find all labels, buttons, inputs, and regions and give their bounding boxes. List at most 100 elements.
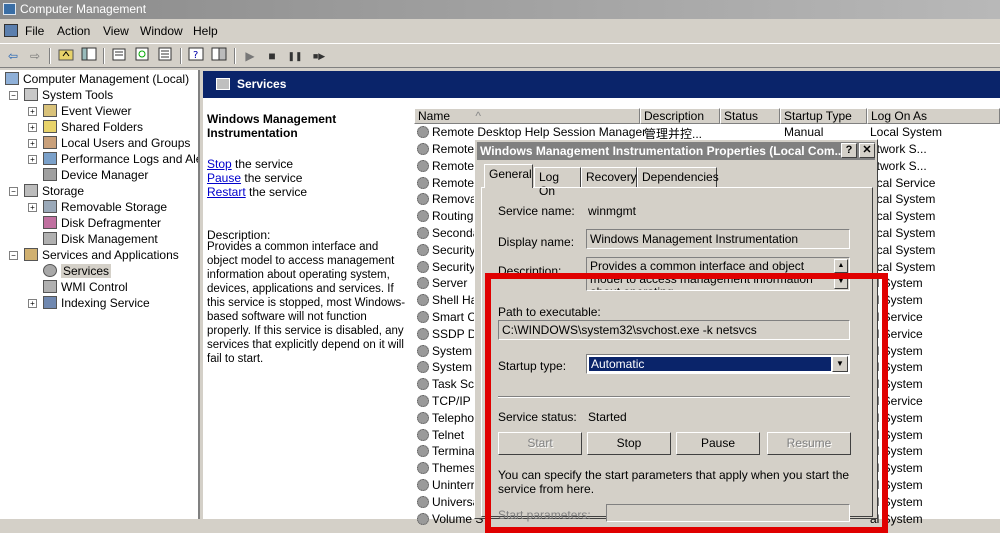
service-logon: ocal Service: [870, 175, 936, 190]
tree-item-indexing-service[interactable]: Indexing Service: [43, 296, 150, 312]
service-name: Remote: [432, 175, 475, 190]
window-title: Computer Management: [20, 2, 147, 16]
column-header-startup-type[interactable]: Startup Type: [780, 108, 867, 124]
service-name: System I: [432, 343, 479, 358]
properties-icon[interactable]: [109, 47, 129, 65]
tree-item-shared-folders[interactable]: Shared Folders: [43, 120, 143, 136]
close-button[interactable]: ✕: [859, 143, 875, 158]
tab-dependencies[interactable]: Dependencies: [637, 167, 719, 187]
services-header-title: Services: [237, 77, 287, 91]
gear-icon: [417, 143, 429, 155]
removable-storage-icon: [43, 200, 57, 213]
stop-service-link-row: Stop the service: [207, 157, 294, 171]
restart-icon[interactable]: ■▶: [308, 47, 330, 65]
tree-item-system-tools[interactable]: System Tools: [24, 88, 113, 104]
tree-item-wmi-control[interactable]: WMI Control: [43, 280, 128, 296]
pause-service-link[interactable]: Pause: [207, 171, 241, 185]
forward-arrow-icon[interactable]: ⇨: [25, 47, 45, 65]
service-name-value: winmgmt: [588, 204, 637, 218]
column-header-description[interactable]: Description: [640, 108, 720, 124]
system-menu-icon[interactable]: [4, 24, 18, 37]
stop-icon[interactable]: ■: [262, 47, 282, 65]
tab-log-on[interactable]: Log On: [534, 167, 581, 198]
collapse-toggle[interactable]: −: [9, 251, 18, 260]
column-header-log-on-as[interactable]: Log On As: [867, 108, 1000, 124]
toolbar-separator: [234, 48, 236, 64]
tab-general[interactable]: General: [484, 164, 533, 188]
toolbar: ⇦ ⇨ ? ▶ ■ ❚❚ ■▶: [0, 43, 1000, 68]
expand-toggle[interactable]: +: [28, 203, 37, 212]
menu-view[interactable]: View: [103, 24, 129, 38]
help-button[interactable]: ?: [841, 143, 857, 158]
gear-icon: [417, 277, 429, 290]
service-name-label: Service name:: [498, 204, 575, 218]
restart-service-link-row: Restart the service: [207, 185, 308, 199]
tab-recovery[interactable]: Recovery: [581, 167, 637, 187]
display-name-field[interactable]: Windows Management Instrumentation: [586, 229, 850, 249]
toolbar-separator: [180, 48, 182, 64]
tree-item-storage[interactable]: Storage: [24, 184, 84, 200]
back-arrow-icon[interactable]: ⇦: [3, 47, 23, 65]
services-header: Services: [203, 71, 1000, 98]
stop-service-link[interactable]: Stop: [207, 157, 232, 171]
gear-icon: [417, 428, 429, 441]
play-icon[interactable]: ▶: [240, 47, 260, 65]
expand-toggle[interactable]: +: [28, 155, 37, 164]
pause-icon[interactable]: ❚❚: [285, 47, 305, 65]
tree-item-services-applications[interactable]: Services and Applications: [24, 248, 179, 264]
expand-toggle[interactable]: +: [28, 107, 37, 116]
service-logon: ocal System: [870, 226, 936, 240]
performance-icon: [43, 152, 57, 165]
expand-toggle[interactable]: +: [28, 299, 37, 308]
scroll-up-icon[interactable]: ▲: [834, 259, 848, 273]
refresh-icon[interactable]: [132, 47, 152, 65]
menu-help[interactable]: Help: [193, 24, 218, 38]
gear-icon: [216, 78, 230, 90]
console-tree[interactable]: Computer Management (Local) − System Too…: [0, 70, 200, 519]
menu-window[interactable]: Window: [140, 24, 183, 38]
tree-item-disk-defragmenter[interactable]: Disk Defragmenter: [43, 216, 161, 232]
gear-icon: [417, 159, 429, 172]
expand-toggle[interactable]: +: [28, 123, 37, 132]
collapse-toggle[interactable]: −: [9, 187, 18, 196]
description-toggle-icon[interactable]: [209, 47, 229, 65]
event-viewer-icon: [43, 104, 57, 117]
pane-corner: [403, 98, 423, 108]
tree-item-device-manager[interactable]: Device Manager: [43, 168, 148, 184]
tree-item-services[interactable]: Services: [43, 264, 112, 280]
tree-item-root[interactable]: Computer Management (Local): [5, 72, 189, 88]
column-header-status[interactable]: Status: [720, 108, 780, 124]
service-logon: ocal System: [870, 242, 936, 257]
table-cell-logon: Local System: [870, 125, 943, 139]
dialog-title-bar[interactable]: Windows Management Instrumentation Prope…: [477, 142, 875, 160]
column-header-name[interactable]: Name ^: [414, 108, 640, 124]
window-title-bar[interactable]: Computer Management: [0, 0, 1000, 19]
gear-icon: [417, 378, 429, 391]
defragmenter-icon: [43, 216, 57, 229]
tree-item-perf-logs[interactable]: Performance Logs and Alerts: [43, 152, 198, 168]
extended-description-pane: Windows Management Instrumentation Stop …: [203, 98, 408, 519]
service-logon: etwork S...: [870, 142, 927, 156]
help-icon[interactable]: ?: [186, 47, 206, 65]
shared-folder-icon: [43, 120, 57, 133]
service-name: Routing: [432, 209, 474, 224]
menu-bar: File Action View Window Help: [0, 21, 1000, 42]
tree-item-local-users[interactable]: Local Users and Groups: [43, 136, 190, 152]
collapse-toggle[interactable]: −: [9, 91, 18, 100]
service-name: Uninterr: [432, 478, 475, 492]
description-text: Provides a common interface and object m…: [207, 241, 406, 365]
service-logon: ocal System: [870, 192, 936, 207]
show-hide-tree-icon[interactable]: [79, 47, 99, 65]
gear-icon: [417, 227, 429, 239]
expand-toggle[interactable]: +: [28, 139, 37, 148]
menu-action[interactable]: Action: [57, 24, 90, 38]
service-name: Seconda: [432, 226, 480, 240]
gear-icon: [417, 445, 429, 458]
tree-item-event-viewer[interactable]: Event Viewer: [43, 104, 131, 120]
restart-service-link[interactable]: Restart: [207, 185, 246, 199]
export-list-icon[interactable]: [155, 47, 175, 65]
tree-item-disk-management[interactable]: Disk Management: [43, 232, 158, 248]
menu-file[interactable]: File: [25, 24, 44, 38]
tree-item-removable-storage[interactable]: Removable Storage: [43, 200, 167, 216]
up-folder-icon[interactable]: [56, 47, 76, 65]
